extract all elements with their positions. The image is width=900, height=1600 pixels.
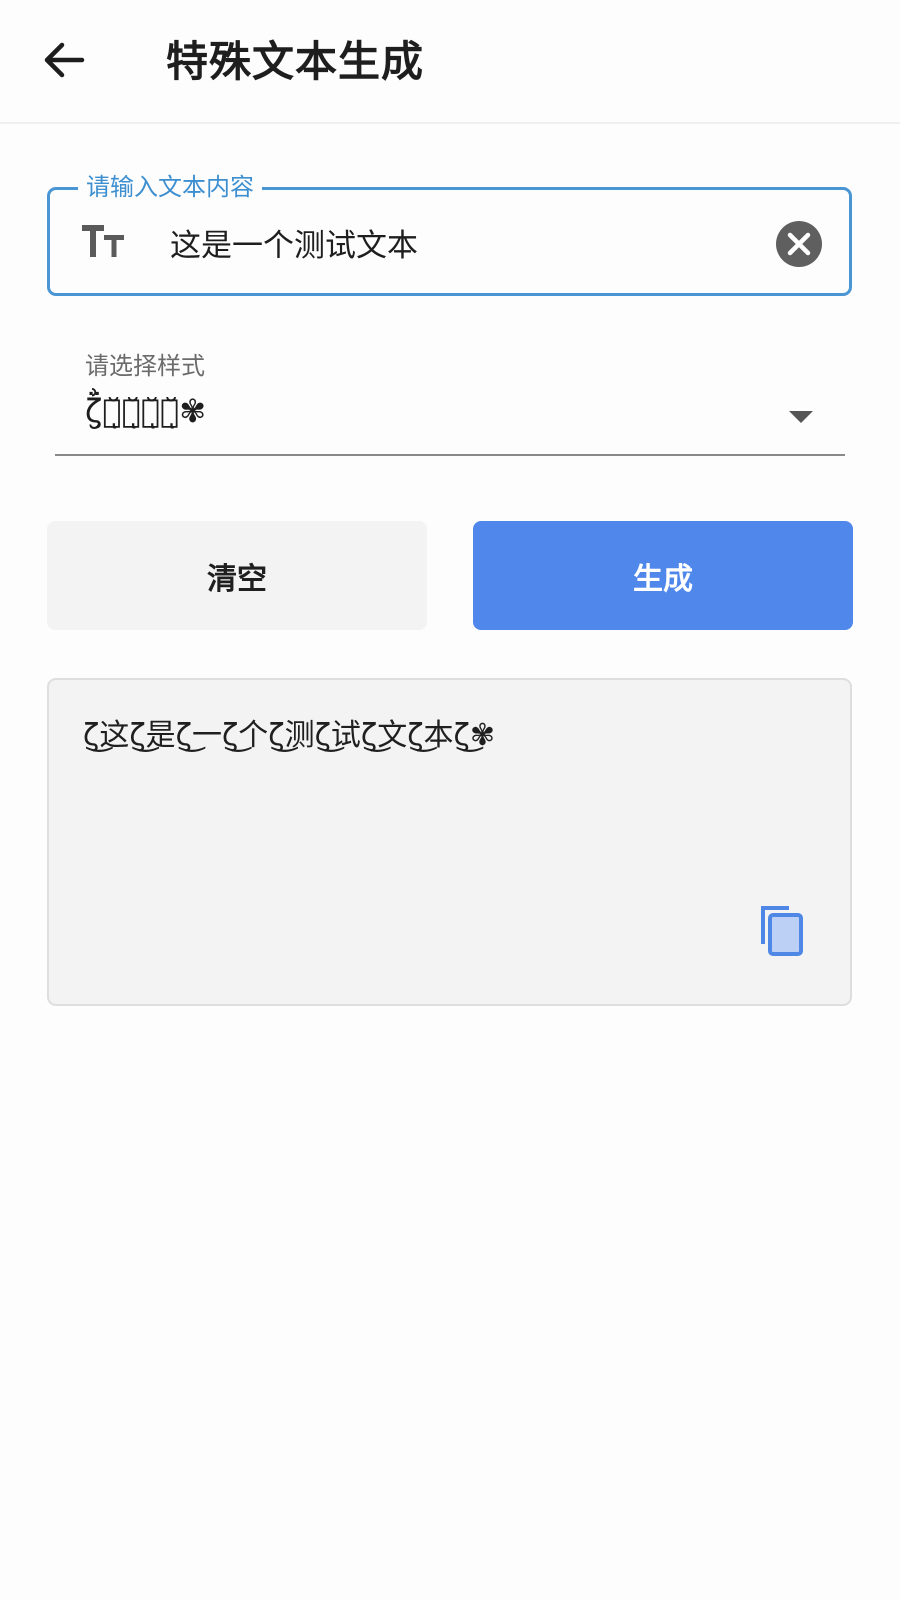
app-bar: 特殊文本生成: [0, 0, 900, 124]
arrow-left-icon: [44, 42, 85, 78]
result-text: ζ͜这ζ͜是ζ͜一ζ͜个ζ͜测ζ͜试ζ͜文ζ͜本ζ͜✾: [83, 718, 496, 753]
clear-button[interactable]: 清空: [47, 521, 427, 630]
page-title: 特殊文本生成: [166, 37, 425, 86]
result-box: ζ͜这ζ͜是ζ͜一ζ͜个ζ͜测ζ͜试ζ͜文ζ͜本ζ͜✾: [47, 678, 852, 1006]
input-label: 请输入文本内容: [78, 170, 262, 204]
dropdown-triangle-icon: [789, 411, 813, 423]
generate-button[interactable]: 生成: [473, 521, 853, 630]
style-select[interactable]: 请选择样式 ζ̮͗̈测̆ͅ试̆ͅ测̆ͅ试̆ͅ✾: [55, 340, 845, 456]
text-size-icon: [82, 225, 124, 257]
text-input[interactable]: [170, 212, 750, 272]
app-root: 特殊文本生成 请输入文本内容 请选择样式 ζ̮͗̈测̆ͅ试̆ͅ测̆ͅ试̆ͅ✾ 清…: [0, 0, 900, 1600]
back-button[interactable]: [34, 30, 94, 90]
copy-icon[interactable]: [755, 900, 805, 958]
clear-circle-icon[interactable]: [775, 220, 823, 268]
select-label: 请选择样式: [85, 352, 205, 380]
select-value: ζ̮͗̈测̆ͅ试̆ͅ测̆ͅ试̆ͅ✾: [85, 392, 207, 430]
text-input-container[interactable]: 请输入文本内容: [47, 170, 852, 296]
